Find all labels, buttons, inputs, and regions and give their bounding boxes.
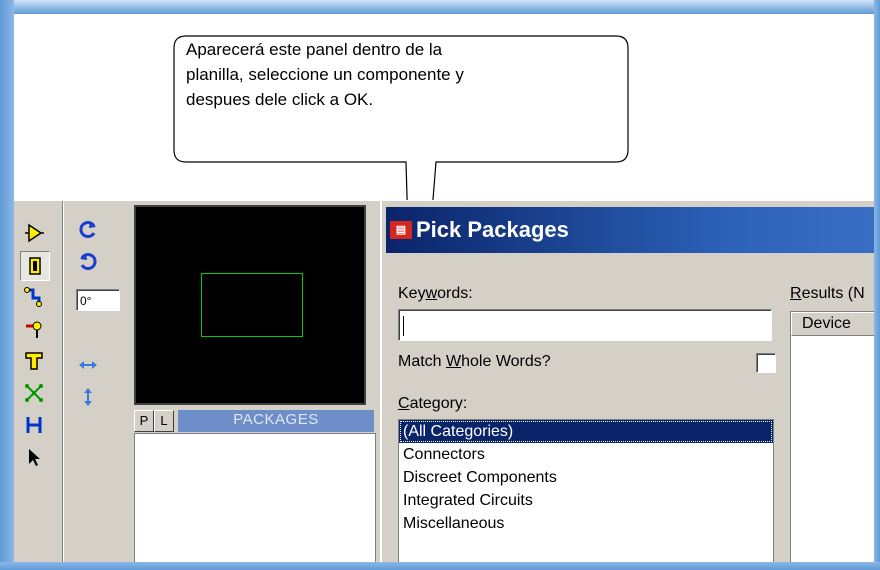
rotate-anticlockwise-icon[interactable] [74, 247, 102, 275]
component-mode-icon[interactable] [20, 219, 48, 247]
category-item-miscellaneous[interactable]: Miscellaneous [399, 512, 773, 535]
match-whole-words-checkbox[interactable] [756, 353, 776, 373]
ratsnest-icon[interactable] [20, 379, 48, 407]
rotation-angle-field[interactable]: 0° [76, 289, 120, 311]
category-item-discreet-components[interactable]: Discreet Components [399, 466, 773, 489]
packages-label: PACKAGES [178, 410, 374, 432]
connectivity-highlight-icon[interactable] [20, 411, 48, 439]
category-item-connectors[interactable]: Connectors [399, 443, 773, 466]
match-whole-words-label: Match Whole Words? [398, 353, 551, 370]
callout-text-line-2: planilla, seleccione un componente y [186, 65, 464, 84]
track-mode-icon[interactable] [20, 283, 48, 311]
category-label: Category: [398, 395, 468, 412]
keywords-input[interactable] [398, 309, 772, 341]
category-item-integrated-circuits[interactable]: Integrated Circuits [399, 489, 773, 512]
isis-app-icon: ▤ [390, 221, 412, 239]
screenshot-frame-left [0, 0, 14, 570]
screenshot-frame-right [874, 0, 880, 570]
dialog-title-bar[interactable]: ▤ Pick Packages [386, 207, 874, 253]
mirror-horizontal-icon[interactable] [74, 351, 102, 379]
pick-packages-button[interactable]: P [134, 410, 154, 432]
callout-text-line-3: despues dele click a OK. [186, 90, 374, 109]
results-list[interactable]: Device [790, 311, 874, 562]
dialog-title: Pick Packages [416, 217, 569, 242]
selection-arrow-icon[interactable] [20, 443, 48, 471]
application-window: 0° P L PACKAGES ▤ Pick Packages Keywords… [14, 200, 874, 562]
category-item-all[interactable]: (All Categories) [399, 420, 773, 443]
package-mode-icon[interactable] [20, 251, 50, 281]
keywords-label: Keywords: [398, 285, 473, 302]
overview-preview[interactable] [134, 205, 366, 405]
category-list[interactable]: (All Categories) Connectors Discreet Com… [398, 419, 774, 562]
pad-mode-icon[interactable] [20, 347, 48, 375]
library-manager-button[interactable]: L [154, 410, 174, 432]
board-outline [201, 273, 303, 337]
rotate-clockwise-icon[interactable] [74, 215, 102, 243]
via-mode-icon[interactable] [20, 315, 48, 343]
packages-list[interactable] [134, 433, 376, 562]
screenshot-frame-bottom [0, 562, 880, 570]
mode-toolbar [14, 205, 64, 562]
text-caret [403, 316, 404, 336]
packages-selector-header: P L PACKAGES [134, 410, 374, 432]
screenshot-area: Aparecerá este panel dentro de la planil… [14, 14, 874, 562]
mirror-vertical-icon[interactable] [74, 383, 102, 411]
screenshot-frame-top [0, 0, 880, 14]
callout-text-line-1: Aparecerá este panel dentro de la [186, 40, 443, 59]
pick-packages-dialog: ▤ Pick Packages Keywords: Match Whole Wo… [380, 201, 874, 562]
toolbar-divider [62, 201, 63, 562]
results-column-device[interactable]: Device [791, 312, 874, 336]
results-label: Results (N [790, 285, 865, 302]
